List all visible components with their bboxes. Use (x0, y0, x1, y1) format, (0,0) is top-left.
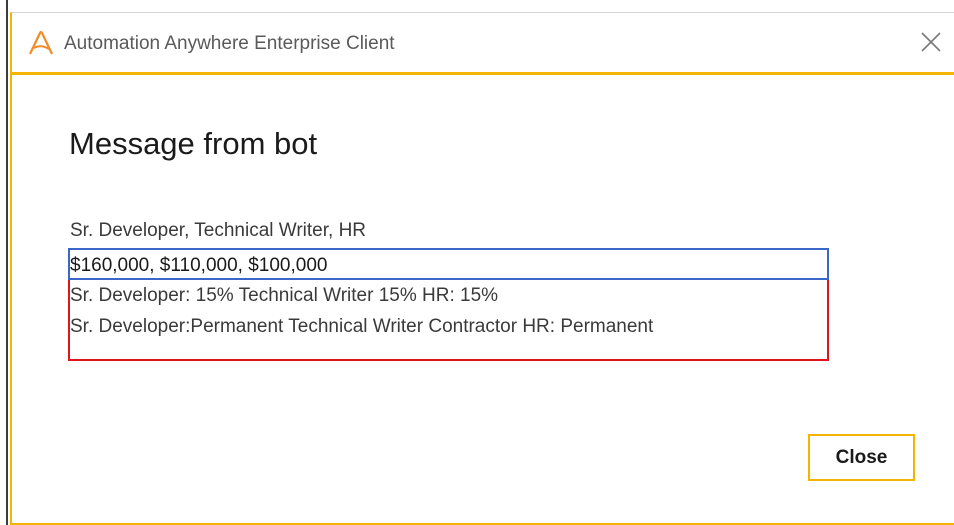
background-window-edge (0, 0, 8, 525)
dialog-titlebar[interactable]: Automation Anywhere Enterprise Client (12, 13, 954, 75)
background-window-border (6, 0, 8, 525)
message-line-roles: Sr. Developer, Technical Writer, HR (70, 220, 367, 241)
window-title: Automation Anywhere Enterprise Client (64, 33, 395, 54)
highlight-box-red (68, 280, 829, 361)
message-dialog: Automation Anywhere Enterprise Client Me… (10, 12, 954, 525)
screen: Automation Anywhere Enterprise Client Me… (0, 0, 954, 525)
automation-anywhere-logo-icon (29, 30, 53, 55)
close-button[interactable]: Close (808, 434, 915, 481)
message-heading: Message from bot (69, 126, 318, 161)
highlight-box-blue (68, 248, 829, 280)
close-icon[interactable] (918, 29, 944, 55)
